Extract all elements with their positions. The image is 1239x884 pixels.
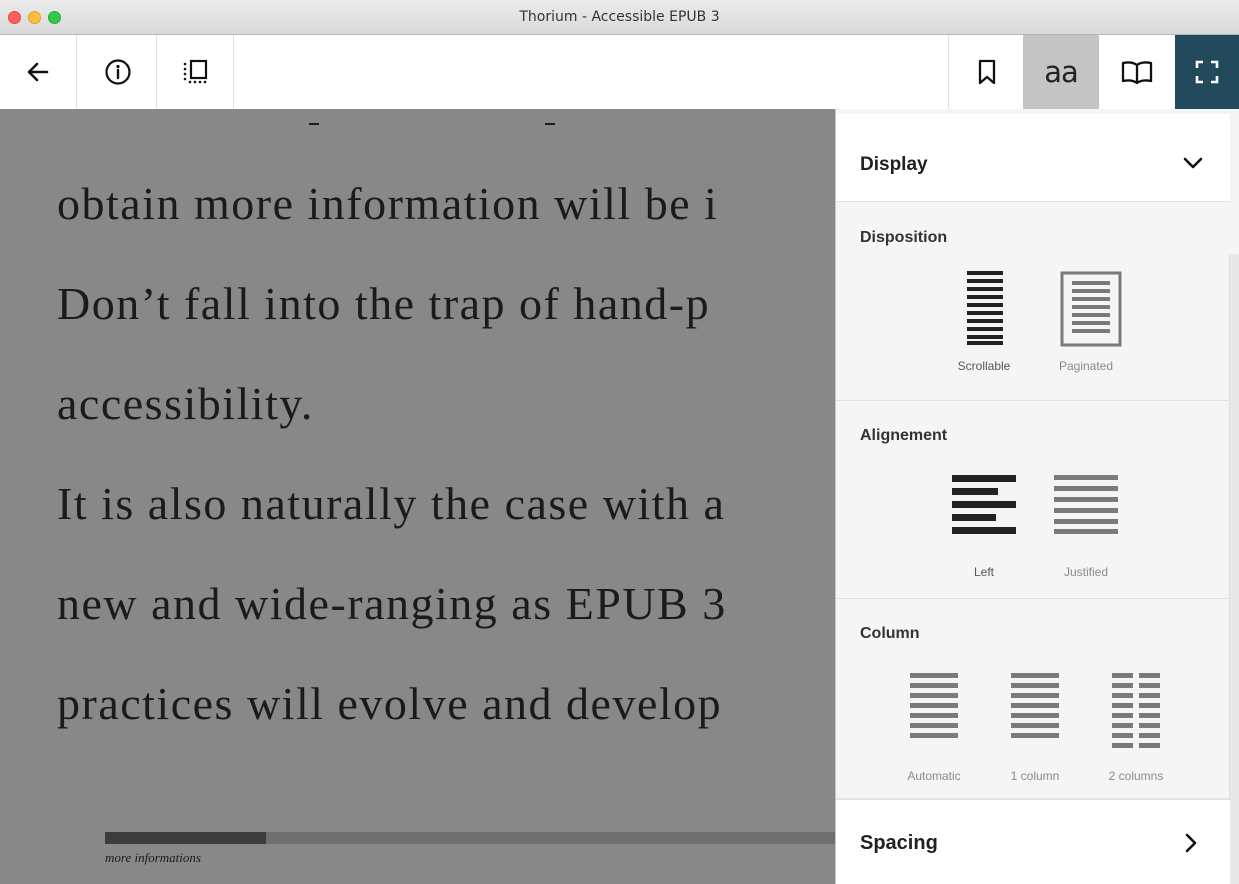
one-column-label: 1 column xyxy=(1010,769,1060,783)
font-settings-button[interactable]: aa xyxy=(1023,35,1099,109)
back-button[interactable] xyxy=(0,35,77,109)
toc-button[interactable] xyxy=(157,35,234,109)
disposition-paginated-option[interactable]: Paginated xyxy=(1038,267,1134,377)
chevron-down-icon xyxy=(1183,157,1203,169)
display-settings-panel: Display Disposition Scrollable Paginated… xyxy=(835,109,1239,884)
reading-progress-bar[interactable] xyxy=(105,832,835,844)
spacing-section-header[interactable]: Spacing xyxy=(836,799,1230,884)
align-left-icon xyxy=(952,475,1016,534)
text-fragment xyxy=(545,123,555,125)
back-arrow-icon xyxy=(27,62,49,82)
scrollable-label: Scrollable xyxy=(957,359,1011,373)
reader-line: practices will evolve and develop xyxy=(57,678,723,729)
panel-scrollbar[interactable] xyxy=(1229,254,1239,884)
bookmark-button[interactable] xyxy=(949,35,1025,109)
column-one-option[interactable]: 1 column xyxy=(987,663,1083,783)
window-title: Thorium - Accessible EPUB 3 xyxy=(519,9,720,25)
reading-progress-fill xyxy=(105,832,266,844)
scrollable-icon xyxy=(967,271,1003,345)
alignment-justified-option[interactable]: Justified xyxy=(1038,465,1134,579)
reader-toolbar: aa xyxy=(0,35,1239,109)
column-two-option[interactable]: 2 columns xyxy=(1088,663,1184,783)
fullscreen-button[interactable] xyxy=(1175,35,1239,109)
column-automatic-option[interactable]: Automatic xyxy=(886,663,982,783)
reader-line: new and wide-ranging as EPUB 3 xyxy=(57,578,727,629)
reader-content[interactable]: obtain more information will be i Don’t … xyxy=(0,109,835,884)
disposition-section: Disposition Scrollable Paginated xyxy=(836,203,1230,401)
open-book-icon xyxy=(1121,61,1153,85)
display-section-header[interactable]: Display xyxy=(836,114,1230,202)
paginated-label: Paginated xyxy=(1058,359,1114,373)
disposition-scrollable-option[interactable]: Scrollable xyxy=(936,267,1032,377)
alignment-section: Alignement Left Justified xyxy=(836,401,1230,599)
font-settings-icon: aa xyxy=(1044,55,1079,89)
two-columns-label: 2 columns xyxy=(1108,769,1164,783)
toc-icon xyxy=(183,59,208,84)
reader-line: It is also naturally the case with a xyxy=(57,478,726,529)
column-title: Column xyxy=(860,625,920,642)
justified-label: Justified xyxy=(1063,565,1109,579)
alignment-title: Alignement xyxy=(860,427,948,444)
reading-mode-button[interactable] xyxy=(1099,35,1175,109)
reader-line: accessibility. xyxy=(57,378,314,429)
column-one-icon xyxy=(1011,673,1059,738)
left-label: Left xyxy=(973,565,994,579)
column-two-icon xyxy=(1112,673,1160,748)
paginated-icon xyxy=(1060,271,1122,347)
info-button[interactable] xyxy=(80,35,157,109)
alignment-left-option[interactable]: Left xyxy=(936,465,1032,579)
disposition-title: Disposition xyxy=(860,229,948,246)
align-justify-icon xyxy=(1054,475,1118,534)
reader-line: obtain more information will be i xyxy=(57,178,719,229)
automatic-label: Automatic xyxy=(907,769,961,783)
display-title: Display xyxy=(860,154,928,175)
window-titlebar: Thorium - Accessible EPUB 3 xyxy=(0,0,1239,35)
info-icon xyxy=(105,59,131,85)
column-automatic-icon xyxy=(910,673,958,738)
spacing-title: Spacing xyxy=(860,832,938,854)
bookmark-icon xyxy=(978,59,996,85)
reader-line: Don’t fall into the trap of hand-p xyxy=(57,278,711,329)
column-section: Column Automatic 1 column 2 columns xyxy=(836,599,1230,799)
text-fragment xyxy=(309,123,319,125)
progress-label: more informations xyxy=(105,850,201,865)
fullscreen-icon xyxy=(1195,60,1219,84)
chevron-right-icon xyxy=(1185,833,1197,853)
